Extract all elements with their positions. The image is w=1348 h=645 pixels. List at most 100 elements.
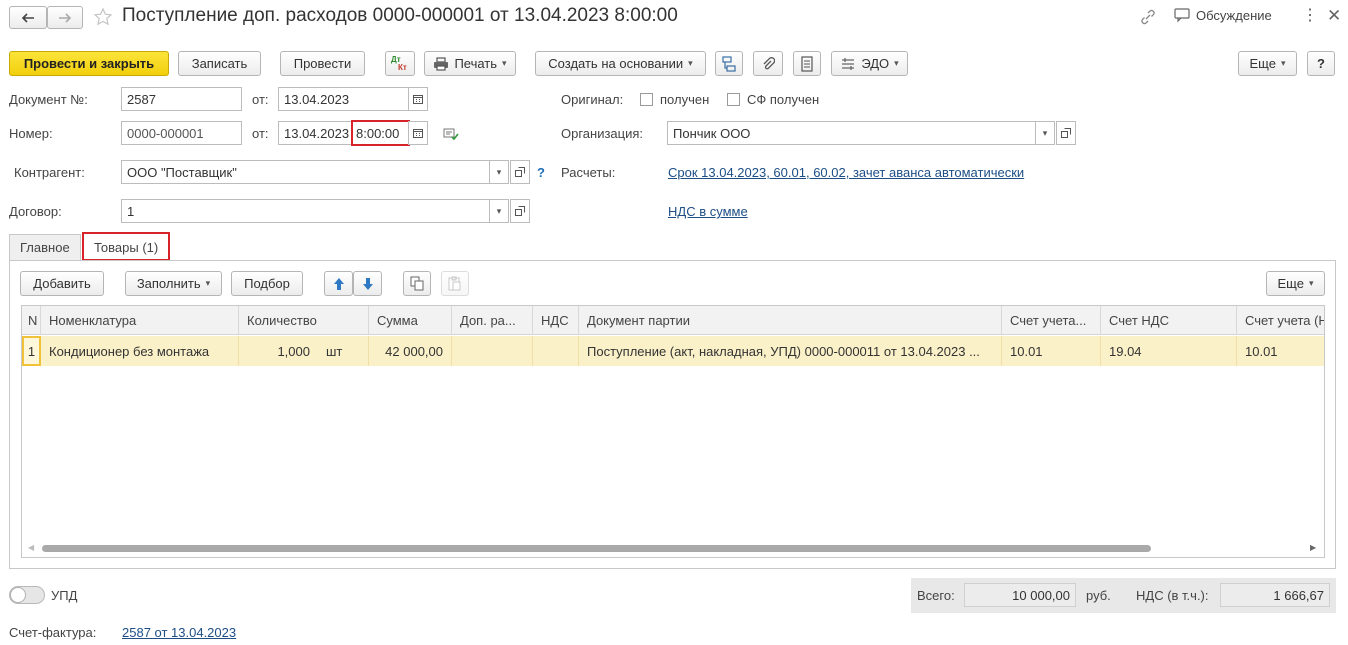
open-icon[interactable] <box>510 160 530 184</box>
column-header-account[interactable]: Счет учета... <box>1002 306 1101 334</box>
chevron-down-icon[interactable]: ▾ <box>489 160 509 184</box>
chevron-down-icon[interactable]: ▾ <box>489 199 509 223</box>
column-header-sum[interactable]: Сумма <box>369 306 452 334</box>
discussion-label: Обсуждение <box>1196 8 1272 23</box>
create-based-on-button[interactable]: Создать на основании ▾ <box>535 51 706 76</box>
table-row[interactable]: 1 Кондиционер без монтажа 1,000 шт 42 00… <box>22 336 1324 366</box>
chevron-down-icon: ▾ <box>205 278 211 288</box>
sf-received-label: СФ получен <box>747 92 820 107</box>
number-field[interactable]: 0000-000001 <box>121 121 242 145</box>
doc-date-field[interactable]: 13.04.2023 <box>278 87 409 111</box>
link-icon[interactable] <box>1139 9 1157 28</box>
column-header-item[interactable]: Номенклатура <box>41 306 239 334</box>
organization-label: Организация: <box>561 126 644 141</box>
scroll-left-icon[interactable]: ◀ <box>28 543 34 552</box>
open-icon[interactable] <box>1056 121 1076 145</box>
add-row-button[interactable]: Добавить <box>20 271 104 296</box>
open-icon[interactable] <box>510 199 530 223</box>
more-button[interactable]: Еще ▾ <box>1238 51 1297 76</box>
favorite-star-icon[interactable] <box>93 7 113 27</box>
forward-button[interactable] <box>47 6 83 29</box>
column-header-extra-expenses[interactable]: Доп. ра... <box>452 306 533 334</box>
print-button[interactable]: Печать ▾ <box>424 51 516 76</box>
settlements-label: Расчеты: <box>561 165 616 180</box>
back-button[interactable] <box>9 6 47 29</box>
print-label: Печать <box>454 56 498 71</box>
sf-received-checkbox[interactable] <box>727 93 740 106</box>
chevron-down-icon: ▾ <box>502 58 507 68</box>
dt-kt-button[interactable]: Дт Кт <box>385 51 415 76</box>
contract-field[interactable]: 1 <box>121 199 490 223</box>
column-header-vat[interactable]: НДС <box>533 306 579 334</box>
chat-icon <box>1174 8 1190 23</box>
copy-row-button[interactable] <box>403 271 431 296</box>
post-button[interactable]: Провести <box>280 51 365 76</box>
contractor-label: Контрагент: <box>14 165 85 180</box>
chevron-down-icon[interactable]: ▾ <box>1035 121 1055 145</box>
column-header-vat-account[interactable]: Счет НДС <box>1101 306 1237 334</box>
account-tax-cell[interactable]: 10.01 <box>1237 336 1324 366</box>
fill-button[interactable]: Заполнить ▾ <box>125 271 222 296</box>
tab-goods[interactable]: Товары (1) <box>81 232 171 261</box>
structure-button[interactable] <box>715 51 743 76</box>
goods-more-button[interactable]: Еще ▾ <box>1266 271 1325 296</box>
batch-document-cell[interactable]: Поступление (акт, накладная, УПД) 0000-0… <box>579 336 1002 366</box>
item-cell[interactable]: Кондиционер без монтажа <box>41 336 239 366</box>
vat-total-label: НДС (в т.ч.): <box>1136 588 1209 603</box>
vat-account-cell[interactable]: 19.04 <box>1101 336 1237 366</box>
doc-number-field[interactable]: 2587 <box>121 87 242 111</box>
close-icon[interactable]: ✕ <box>1327 7 1341 24</box>
contract-label: Договор: <box>9 204 62 219</box>
invoice-link[interactable]: 2587 от 13.04.2023 <box>122 625 236 640</box>
horizontal-scrollbar[interactable] <box>42 545 1151 552</box>
invoice-label: Счет-фактура: <box>9 625 97 640</box>
discussion-button[interactable]: Обсуждение <box>1174 8 1272 23</box>
scroll-right-icon[interactable]: ▶ <box>1310 543 1316 552</box>
upd-label: УПД <box>51 588 78 603</box>
column-header-quantity[interactable]: Количество <box>239 306 369 334</box>
column-header-n[interactable]: N <box>22 306 41 334</box>
tab-main[interactable]: Главное <box>9 234 81 260</box>
report-button[interactable] <box>793 51 821 76</box>
help-question-icon[interactable]: ? <box>537 165 545 180</box>
contractor-field[interactable]: ООО "Поставщик" <box>121 160 490 184</box>
quantity-cell[interactable]: 1,000 <box>239 336 318 366</box>
help-button[interactable]: ? <box>1307 51 1335 76</box>
move-up-button[interactable] <box>324 271 353 296</box>
paste-icon <box>448 276 461 291</box>
column-header-account-tax[interactable]: Счет учета (Н <box>1237 306 1324 334</box>
time-field[interactable]: 8:00:00 <box>351 120 410 146</box>
list-document-icon <box>801 55 813 72</box>
paperclip-icon <box>763 56 775 69</box>
arrow-down-icon <box>362 277 373 290</box>
paste-row-button[interactable] <box>441 271 469 296</box>
edo-button[interactable]: ЭДО ▾ <box>831 51 908 76</box>
sum-cell[interactable]: 42 000,00 <box>369 336 452 366</box>
calendar-icon[interactable] <box>408 121 428 145</box>
hierarchy-icon <box>722 55 736 72</box>
pick-button[interactable]: Подбор <box>231 271 303 296</box>
vat-in-sum-link[interactable]: НДС в сумме <box>668 204 748 219</box>
move-down-button[interactable] <box>353 271 382 296</box>
page-title: Поступление доп. расходов 0000-000001 от… <box>122 5 678 26</box>
vat-cell[interactable] <box>533 336 579 366</box>
save-button[interactable]: Записать <box>178 51 261 76</box>
attach-button[interactable] <box>753 51 783 76</box>
received-checkbox[interactable] <box>640 93 653 106</box>
edo-label: ЭДО <box>861 56 890 71</box>
account-cell[interactable]: 10.01 <box>1002 336 1101 366</box>
organization-field[interactable]: Пончик ООО <box>667 121 1036 145</box>
kebab-menu-icon[interactable]: ⋮ <box>1302 8 1318 24</box>
more-label: Еще <box>1249 56 1276 71</box>
settlements-link[interactable]: Срок 13.04.2023, 60.01, 60.02, зачет ава… <box>668 165 1024 180</box>
printer-icon <box>434 56 449 71</box>
vat-total-field: 1 666,67 <box>1220 583 1330 607</box>
extra-expenses-cell[interactable] <box>452 336 533 366</box>
post-and-close-button[interactable]: Провести и закрыть <box>9 51 169 76</box>
unit-cell[interactable]: шт <box>318 336 369 366</box>
arrow-left-icon <box>21 12 34 23</box>
upd-toggle[interactable] <box>9 586 45 604</box>
original-label: Оригинал: <box>561 92 624 107</box>
calendar-icon[interactable] <box>408 87 428 111</box>
column-header-batch-document[interactable]: Документ партии <box>579 306 1002 334</box>
